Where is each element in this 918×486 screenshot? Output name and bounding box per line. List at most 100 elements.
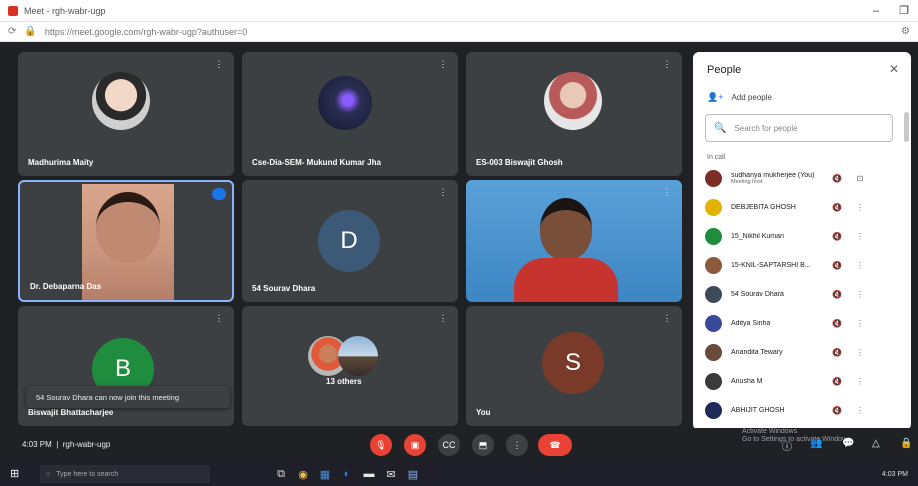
- more-vert-icon[interactable]: ⋮: [438, 313, 448, 323]
- more-vert-icon[interactable]: ⋮: [851, 319, 869, 328]
- people-list-item[interactable]: 15_Nikhil Kumari 🔇 ⋮: [705, 224, 895, 248]
- mic-off-icon[interactable]: 🔇: [823, 232, 851, 241]
- more-vert-icon[interactable]: ⋮: [662, 59, 672, 69]
- participant-tile-active[interactable]: Dr. Debaparna Das: [18, 180, 234, 302]
- more-vert-icon[interactable]: ⋮: [851, 377, 869, 386]
- more-vert-icon[interactable]: ⋮: [214, 59, 224, 69]
- participant-name: 54 Sourav Dhara: [252, 284, 316, 293]
- minimize-icon[interactable]: –: [862, 5, 890, 17]
- people-list-item[interactable]: 54 Sourav Dhara 🔇 ⋮: [705, 282, 895, 306]
- people-list-item[interactable]: DEBJEBITA GHOSH 🔇 ⋮: [705, 195, 895, 219]
- participant-tile-self[interactable]: ⋮ S You: [466, 306, 682, 426]
- browser-tab-strip: Meet - rgh-wabr-ugp – ❐: [0, 0, 918, 22]
- people-list-item[interactable]: ABHIJIT GHOSH 🔇 ⋮: [705, 398, 895, 422]
- mic-off-icon[interactable]: 🔇: [823, 406, 851, 415]
- participant-tile[interactable]: ⋮ 13 others: [242, 306, 458, 426]
- people-list-item[interactable]: sudhanya mukherjee (You) Meeting host 🔇 ⊡: [705, 166, 895, 190]
- address-bar: ⟳ 🔒 https://meet.google.com/rgh-wabr-ugp…: [0, 22, 918, 42]
- more-vert-icon[interactable]: ⋮: [438, 59, 448, 69]
- close-icon[interactable]: ✕: [889, 62, 899, 76]
- avatar: [705, 227, 722, 245]
- captions-icon: CC: [442, 440, 456, 450]
- section-label: In call: [707, 154, 726, 161]
- more-vert-icon[interactable]: ⋮: [851, 406, 869, 415]
- people-list-item[interactable]: Aditya Sinha 🔇 ⋮: [705, 311, 895, 335]
- more-vert-icon[interactable]: ⋮: [851, 261, 869, 270]
- chat-icon[interactable]: 💬: [842, 438, 854, 449]
- meeting-controls-bar: 4:03 PM | rgh-wabr-ugp 🎙 ▣ CC ⬒ ⋮ ☎ Acti…: [0, 428, 918, 462]
- mic-off-button[interactable]: 🎙: [370, 434, 392, 456]
- app-icon[interactable]: ▤: [402, 468, 424, 481]
- participant-name: You: [476, 408, 491, 417]
- edge-icon[interactable]: ◐: [336, 468, 358, 480]
- mail-icon[interactable]: ✉: [380, 468, 402, 481]
- more-vert-icon[interactable]: ⋮: [214, 313, 224, 323]
- participant-tile[interactable]: ⋮ Cse-Dia-SEM- Mukund Kumar Jha: [242, 52, 458, 176]
- more-vert-icon[interactable]: ⋮: [662, 313, 672, 323]
- avatar: [705, 256, 722, 274]
- participant-tile[interactable]: ⋮ ES-003 Biswajit Ghosh: [466, 52, 682, 176]
- file-explorer-icon[interactable]: ▬: [358, 468, 380, 480]
- extensions-icon[interactable]: ⚙: [901, 26, 910, 37]
- captions-button[interactable]: CC: [438, 434, 460, 456]
- task-view-icon[interactable]: ⧉: [270, 468, 292, 481]
- more-options-button[interactable]: ⋮: [506, 434, 528, 456]
- mic-off-icon[interactable]: 🔇: [823, 319, 851, 328]
- avatar: [705, 314, 722, 332]
- person-name: 15-KNIL-SAPTARSHI B...: [731, 261, 811, 269]
- mic-off-icon[interactable]: 🔇: [823, 348, 851, 357]
- system-tray-clock[interactable]: 4:03 PM: [882, 470, 908, 479]
- people-icon[interactable]: 👥: [810, 438, 822, 449]
- mic-off-icon[interactable]: 🔇: [823, 261, 851, 270]
- call-end-icon: ☎: [549, 440, 561, 450]
- participant-tile[interactable]: ⋮ D 54 Sourav Dhara: [242, 180, 458, 302]
- participant-name: ES-003 Biswajit Ghosh: [476, 158, 563, 167]
- people-list-item[interactable]: Anusha M 🔇 ⋮: [705, 369, 895, 393]
- panel-scrollbar[interactable]: [904, 112, 909, 142]
- mic-off-icon[interactable]: 🔇: [823, 203, 851, 212]
- more-vert-icon: ⋮: [512, 440, 522, 450]
- reload-icon[interactable]: ⟳: [8, 26, 16, 37]
- participant-tile[interactable]: ⋮: [466, 180, 682, 302]
- more-vert-icon[interactable]: ⋮: [851, 203, 869, 212]
- people-list-item[interactable]: Anandita Tewary 🔇 ⋮: [705, 340, 895, 364]
- window-controls: – ❐: [862, 0, 918, 22]
- browser-tab[interactable]: Meet - rgh-wabr-ugp: [0, 0, 114, 22]
- participant-name: Cse-Dia-SEM- Mukund Kumar Jha: [252, 158, 381, 167]
- avatar: [705, 285, 722, 303]
- speaking-indicator-icon: [212, 188, 226, 200]
- chrome-icon[interactable]: ◉: [292, 468, 314, 481]
- maximize-icon[interactable]: ❐: [890, 4, 918, 17]
- more-vert-icon[interactable]: ⋮: [851, 232, 869, 241]
- store-icon[interactable]: ▦: [314, 468, 336, 481]
- camera-off-button[interactable]: ▣: [404, 434, 426, 456]
- tab-title: Meet - rgh-wabr-ugp: [24, 5, 106, 16]
- leave-call-button[interactable]: ☎: [538, 434, 572, 456]
- url-text[interactable]: https://meet.google.com/rgh-wabr-ugp?aut…: [45, 27, 247, 37]
- info-icon[interactable]: ⓘ: [782, 438, 792, 453]
- people-search-input[interactable]: 🔍 Search for people: [705, 114, 893, 142]
- mic-off-icon[interactable]: 🔇: [823, 174, 851, 183]
- mic-off-icon[interactable]: 🔇: [823, 377, 851, 386]
- lock-icon[interactable]: 🔒: [900, 438, 912, 449]
- more-vert-icon[interactable]: ⋮: [662, 187, 672, 197]
- pin-icon[interactable]: ⊡: [851, 174, 869, 183]
- present-button[interactable]: ⬒: [472, 434, 494, 456]
- windows-start-icon[interactable]: ⊞: [10, 467, 26, 481]
- people-list-item[interactable]: 15-KNIL-SAPTARSHI B... 🔇 ⋮: [705, 253, 895, 277]
- participant-tile[interactable]: ⋮ B Biswajit Bhattacharjee: [18, 306, 234, 426]
- search-icon: ○: [46, 470, 51, 478]
- more-vert-icon[interactable]: ⋮: [851, 348, 869, 357]
- person-name: 15_Nikhil Kumari: [731, 232, 784, 240]
- more-vert-icon[interactable]: ⋮: [438, 187, 448, 197]
- activities-icon[interactable]: △: [872, 438, 880, 449]
- taskbar-search-input[interactable]: ○ Type here to search: [40, 465, 210, 483]
- add-people-button[interactable]: 👤+ Add people: [707, 92, 772, 103]
- participant-tile[interactable]: ⋮ Madhurima Maity: [18, 52, 234, 176]
- person-name: 54 Sourav Dhara: [731, 290, 784, 298]
- participant-name: Biswajit Bhattacharjee: [28, 408, 114, 417]
- more-vert-icon[interactable]: ⋮: [851, 290, 869, 299]
- mic-off-icon[interactable]: 🔇: [823, 290, 851, 299]
- person-name: Anandita Tewary: [731, 348, 783, 356]
- lock-icon: 🔒: [24, 26, 37, 37]
